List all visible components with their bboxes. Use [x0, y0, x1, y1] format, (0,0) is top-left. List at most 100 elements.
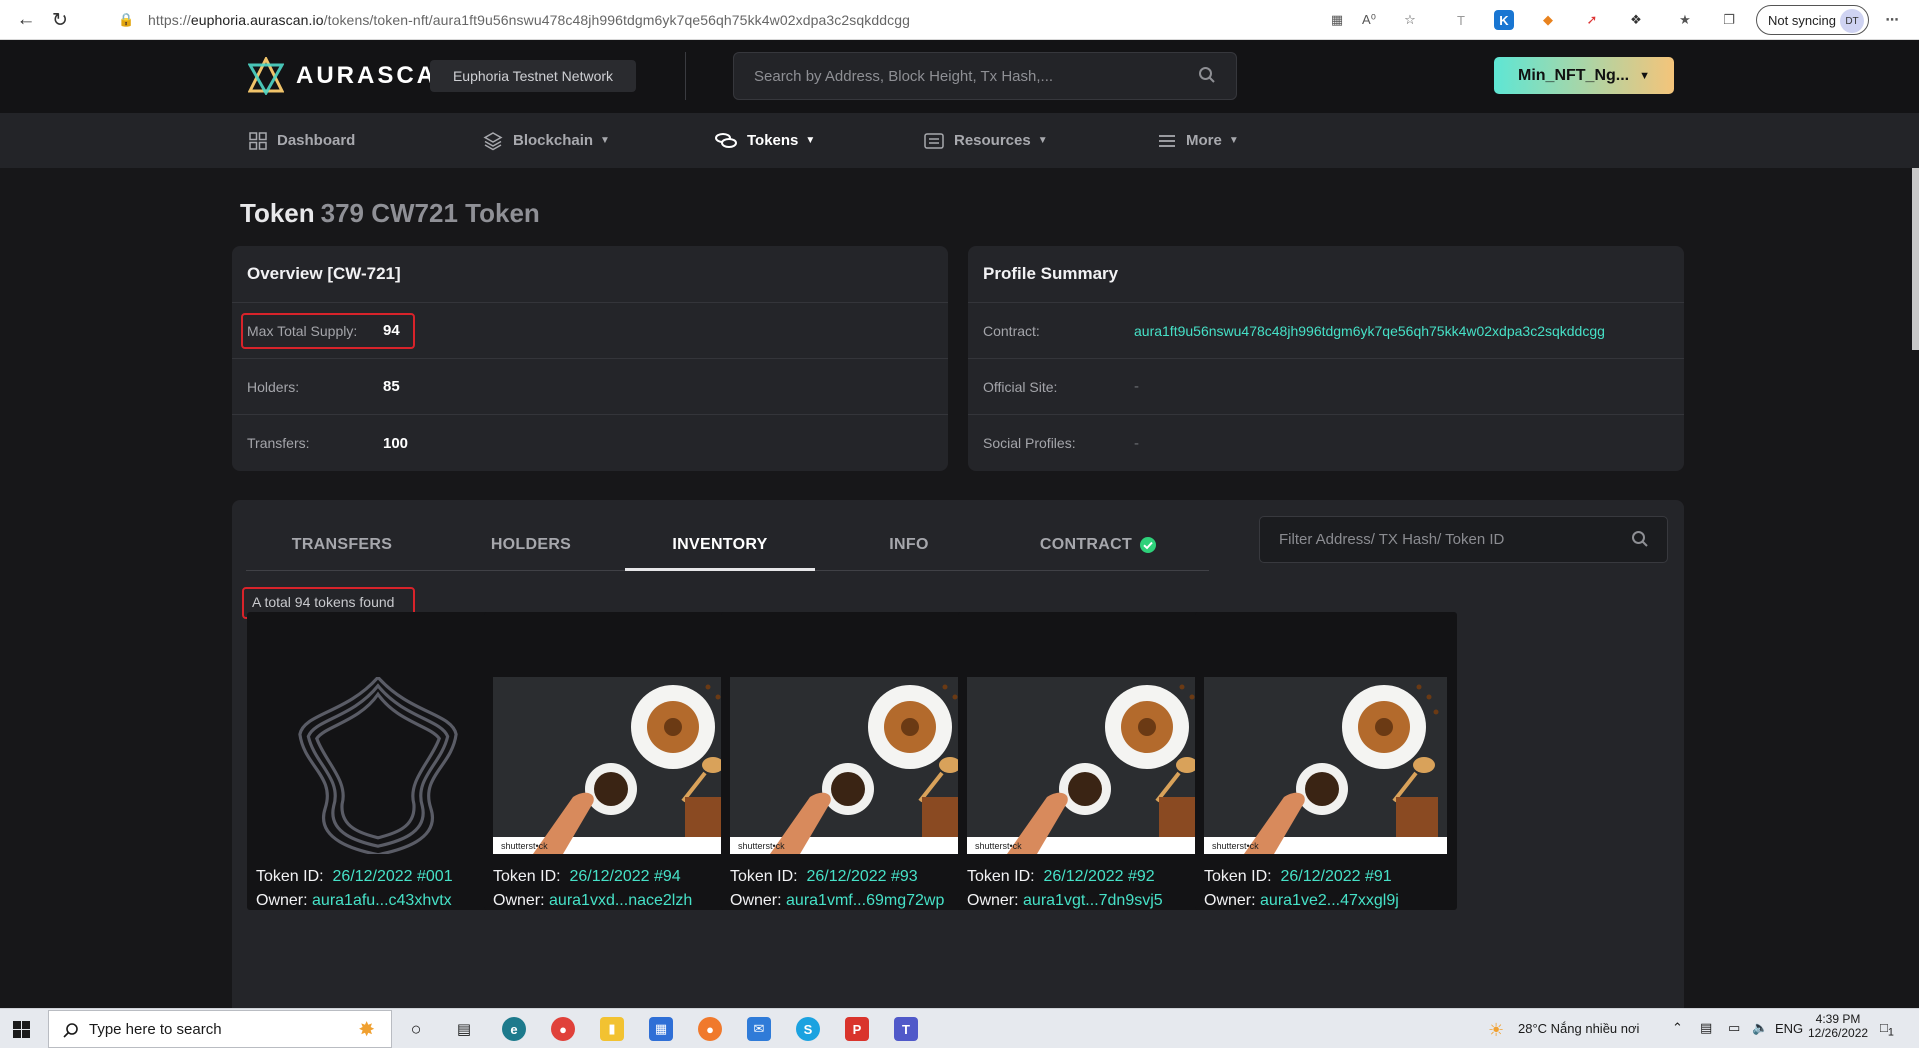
owner-label: Owner: [1204, 892, 1256, 909]
store-icon[interactable]: ▦ [649, 1017, 673, 1041]
token-id-link[interactable]: 26/12/2022 #001 [332, 868, 452, 885]
favorites-icon[interactable]: ★ [1675, 10, 1695, 30]
presentation-app-icon[interactable]: P [845, 1017, 869, 1041]
tab-info-label: INFO [889, 536, 929, 553]
clock-time: 4:39 PM [1815, 1012, 1861, 1026]
wallet-button[interactable]: Min_NFT_Ng... ▼ [1494, 57, 1674, 94]
profile-row-site: Official Site: - [968, 359, 1684, 415]
tray-chevron-icon[interactable]: ⌃ [1672, 1020, 1683, 1036]
mail-icon[interactable]: ✉ [747, 1017, 771, 1041]
teams-icon[interactable]: T [894, 1017, 918, 1041]
owner-label: Owner: [967, 892, 1019, 909]
skype-icon[interactable]: S [796, 1017, 820, 1041]
owner-line: Owner: aura1vgt...7dn9svj5 [967, 892, 1163, 910]
owner-address-link[interactable]: aura1ve2...47xxgl9j [1260, 892, 1399, 909]
nav-resources[interactable]: Resources ▼ [924, 113, 1048, 168]
back-icon[interactable]: ← [14, 8, 38, 32]
profile-avatar: DT [1840, 9, 1864, 33]
nav-dashboard-label: Dashboard [277, 132, 356, 149]
chrome-icon[interactable]: ● [551, 1017, 575, 1041]
weather-icon[interactable]: ☀ [1488, 1020, 1504, 1041]
token-card[interactable]: shutterst•ck Token ID: 26/12/2022 #92 Owne… [958, 612, 1220, 910]
edge-icon[interactable]: e [502, 1017, 526, 1041]
tab-contract[interactable]: CONTRACT [1003, 520, 1193, 570]
cortana-icon[interactable]: ○ [404, 1017, 428, 1041]
tab-info[interactable]: INFO [814, 520, 1004, 570]
search-icon[interactable] [1198, 66, 1216, 84]
address-bar[interactable]: 🔒 https://euphoria.aurascan.io/tokens/to… [106, 5, 1310, 35]
read-aloud-icon[interactable]: A⁰ [1359, 10, 1379, 30]
firefox-icon[interactable]: ● [698, 1017, 722, 1041]
token-card[interactable]: shutterst•ck Token ID: 26/12/2022 #93 Owne… [721, 612, 983, 910]
file-explorer-icon[interactable]: ▮ [600, 1017, 624, 1041]
metamask-icon[interactable]: ◆ [1538, 10, 1558, 30]
more-menu-icon[interactable]: ⋯ [1882, 10, 1902, 30]
windows-start-icon[interactable] [13, 1021, 30, 1043]
extension-arrow-icon[interactable]: ➚ [1582, 10, 1602, 30]
extension-k-icon[interactable]: K [1494, 10, 1514, 30]
clock-date: 12/26/2022 [1808, 1026, 1869, 1040]
profile-summary-card: Profile Summary Contract: aura1ft9u56nsw… [968, 246, 1684, 471]
tab-transfers[interactable]: TRANSFERS [247, 520, 437, 570]
network-badge: Euphoria Testnet Network [430, 60, 636, 92]
watermark-text: shutterst•ck [738, 841, 785, 851]
profile-title: Profile Summary [968, 246, 1684, 303]
dashboard-icon [249, 131, 267, 150]
overview-row-holders: Holders: 85 [232, 359, 948, 415]
contract-address-link[interactable]: aura1ft9u56nswu478c48jh996tdgm6yk7qe56qh… [1134, 323, 1605, 339]
token-card[interactable]: shutterst•ck Token ID: 26/12/2022 #94 Owne… [484, 612, 746, 910]
owner-address-link[interactable]: aura1afu...c43xhvtx [312, 892, 452, 909]
extension-t-icon[interactable]: T [1451, 10, 1471, 30]
url-text: https://euphoria.aurascan.io/tokens/toke… [148, 12, 910, 28]
search-icon[interactable] [1631, 530, 1649, 548]
profile-row-social: Social Profiles: - [968, 415, 1684, 471]
clock[interactable]: 4:39 PM 12/26/2022 [1808, 1012, 1868, 1040]
collections-icon[interactable]: ❐ [1719, 10, 1739, 30]
token-card[interactable]: shutterst•ck Token ID: 26/12/2022 #91 Owne… [1195, 612, 1457, 910]
token-id-link[interactable]: 26/12/2022 #93 [806, 868, 917, 885]
weather-text[interactable]: 28°C Nắng nhiều nơi [1518, 1021, 1639, 1036]
watermark-text: shutterst•ck [975, 841, 1022, 851]
main-content: Token 379 CW721 Token Overview [CW-721] M… [0, 168, 1919, 1020]
extensions-puzzle-icon[interactable]: ❖ [1626, 10, 1646, 30]
favorite-add-icon[interactable]: ☆ [1400, 10, 1420, 30]
owner-address-link[interactable]: aura1vmf...69mg72wp [786, 892, 944, 909]
taskbar-search-input[interactable]: Type here to search ✸ [48, 1010, 392, 1048]
nav-more[interactable]: More ▼ [1158, 113, 1239, 168]
overview-row-max-supply: Max Total Supply: 94 [232, 303, 948, 359]
filter-input[interactable]: Filter Address/ TX Hash/ Token ID [1259, 516, 1668, 563]
split-screen-icon[interactable]: ▦ [1327, 10, 1347, 30]
battery-icon[interactable]: ▭ [1728, 1020, 1740, 1036]
token-card[interactable]: Token ID: 26/12/2022 #001 Owner: aura1afu… [247, 612, 509, 910]
menu-icon [1158, 134, 1176, 148]
token-id-link[interactable]: 26/12/2022 #91 [1280, 868, 1391, 885]
token-id-link[interactable]: 26/12/2022 #92 [1043, 868, 1154, 885]
chevron-down-icon: ▼ [1639, 69, 1650, 82]
task-view-icon[interactable]: ▤ [452, 1017, 476, 1041]
lock-icon[interactable]: 🔒 [118, 12, 134, 28]
nav-resources-label: Resources [954, 132, 1031, 149]
network-icon[interactable]: ▤ [1700, 1020, 1712, 1036]
tab-inventory[interactable]: INVENTORY [625, 520, 815, 570]
token-id-link[interactable]: 26/12/2022 #94 [569, 868, 680, 885]
nav-dashboard[interactable]: Dashboard [249, 113, 355, 168]
owner-line: Owner: aura1afu...c43xhvtx [256, 892, 452, 910]
watermark-text: shutterst•ck [501, 841, 548, 851]
tab-holders[interactable]: HOLDERS [436, 520, 626, 570]
watermark-text: shutterst•ck [1212, 841, 1259, 851]
nav-blockchain-label: Blockchain [513, 132, 594, 149]
owner-label: Owner: [730, 892, 782, 909]
volume-icon[interactable]: 🔈 [1752, 1020, 1768, 1036]
nav-tokens[interactable]: Tokens ▼ [715, 113, 815, 168]
language-indicator[interactable]: ENG [1775, 1021, 1803, 1036]
sync-status-button[interactable]: Not syncing DT [1756, 5, 1869, 35]
aurascan-logo[interactable]: AURASCAN [248, 57, 457, 95]
nav-blockchain[interactable]: Blockchain ▼ [483, 113, 610, 168]
token-id-label: Token ID: [1204, 868, 1272, 885]
notifications-icon[interactable]: □1 [1880, 1020, 1894, 1039]
refresh-icon[interactable]: ↻ [48, 8, 72, 32]
global-search-input[interactable]: Search by Address, Block Height, Tx Hash… [733, 52, 1237, 100]
owner-address-link[interactable]: aura1vgt...7dn9svj5 [1023, 892, 1163, 909]
owner-label: Owner: [493, 892, 545, 909]
owner-address-link[interactable]: aura1vxd...nace2lzh [549, 892, 692, 909]
